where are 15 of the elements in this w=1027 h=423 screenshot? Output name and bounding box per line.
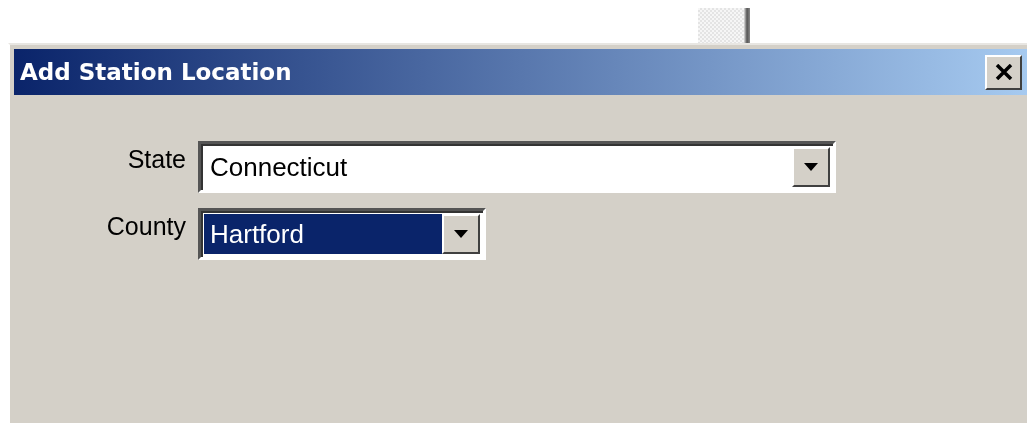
caret-icon — [804, 163, 818, 171]
dropdown-field[interactable]: Hartford — [198, 208, 486, 260]
field-label: County — [105, 211, 186, 241]
dropdown-field[interactable]: Connecticut — [198, 141, 836, 193]
scrollbar-thumb[interactable] — [698, 8, 744, 43]
dropdown-value: Connecticut — [209, 150, 349, 184]
dropdown-button[interactable] — [792, 147, 830, 187]
dropdown-value: Hartford — [204, 214, 442, 254]
window-title: Add Station Location — [20, 59, 292, 85]
close-button[interactable] — [985, 54, 1022, 90]
caret-icon — [454, 230, 468, 238]
dropdown-button[interactable] — [442, 214, 480, 254]
scrollbar-edge — [744, 8, 750, 43]
field-label: State — [126, 144, 186, 174]
close-icon — [994, 64, 1013, 80]
